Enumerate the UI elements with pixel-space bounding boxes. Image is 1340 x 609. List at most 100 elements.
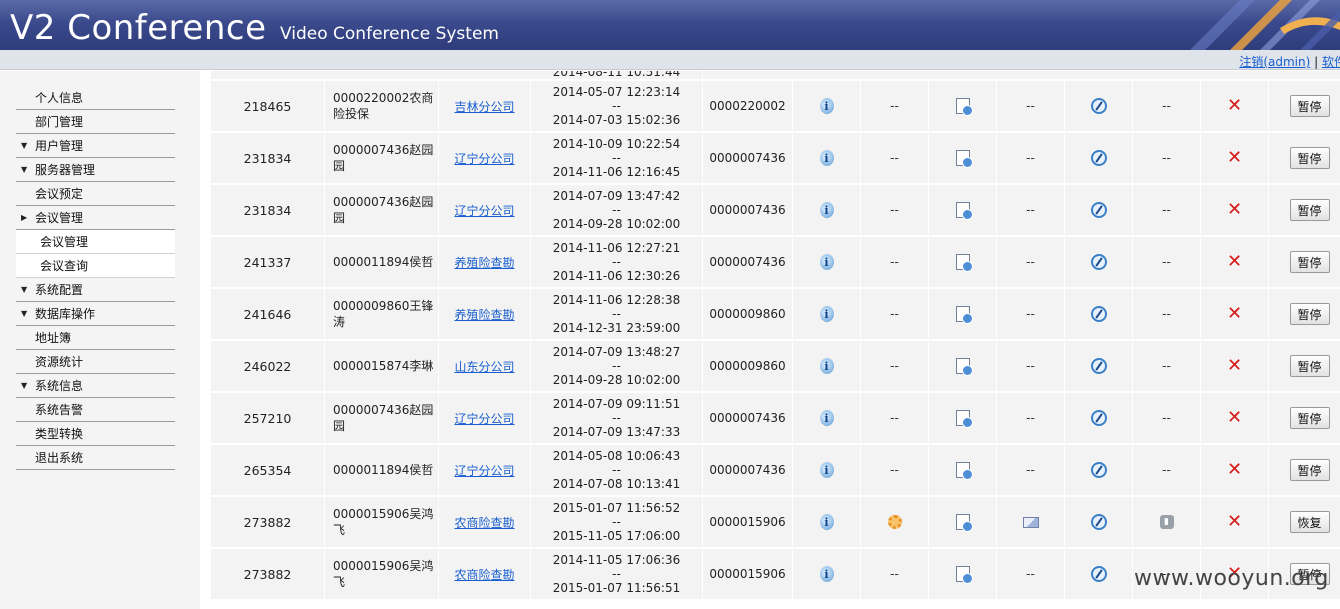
department-link[interactable]: 辽宁分公司 <box>454 202 514 219</box>
department-link[interactable]: 吉林分公司 <box>454 98 514 115</box>
delete-icon[interactable]: ✕ <box>1227 97 1243 115</box>
sidebar-item[interactable]: 类型转换 <box>16 422 175 446</box>
pause-button[interactable]: 暂停 <box>1289 459 1330 481</box>
department-link[interactable]: 农商险查勘 <box>454 514 514 531</box>
table-row: 265354 0000011894侯哲 辽宁分公司 2014-05-08 10:06:… <box>211 445 1340 497</box>
sidebar-item[interactable]: ▼ 系统信息 <box>16 374 175 398</box>
edit-document-icon[interactable] <box>955 202 973 220</box>
col10-cell: ▮ <box>1133 497 1201 547</box>
lock-icon[interactable]: ▮ <box>1159 515 1174 529</box>
resume-button[interactable]: 恢复 <box>1289 511 1330 533</box>
pause-button[interactable]: 暂停 <box>1289 147 1330 169</box>
department-link[interactable]: 养殖险查勘 <box>454 254 514 271</box>
edit-document-icon[interactable] <box>955 98 973 116</box>
compass-icon[interactable] <box>1090 306 1107 322</box>
info-icon[interactable]: i <box>819 358 834 374</box>
sidebar-item[interactable]: 部门管理 <box>16 110 175 134</box>
sidebar-item[interactable]: 会议管理 <box>16 230 175 254</box>
edit-document-icon[interactable] <box>955 410 973 428</box>
info-icon[interactable]: i <box>819 514 834 530</box>
edit-document-icon[interactable] <box>955 306 973 324</box>
department-link[interactable]: 山东分公司 <box>454 358 514 375</box>
expand-down-icon: ▼ <box>21 285 28 294</box>
compass-icon[interactable] <box>1090 358 1107 374</box>
info-icon[interactable]: i <box>819 98 834 114</box>
conference-id: 265354 <box>211 445 325 495</box>
mail-icon[interactable] <box>1022 516 1039 528</box>
delete-cell: ✕ <box>1201 341 1269 391</box>
sidebar-item[interactable]: ▶ 会议管理 <box>16 206 175 230</box>
sidebar-item[interactable]: ▼ 用户管理 <box>16 134 175 158</box>
department-cell: 辽宁分公司 <box>439 393 531 443</box>
department-link[interactable]: 农商险查勘 <box>454 566 514 583</box>
info-icon[interactable]: i <box>819 306 834 322</box>
sidebar-item[interactable]: 会议查询 <box>16 254 175 278</box>
sidebar-item[interactable]: ▼ 服务器管理 <box>16 158 175 182</box>
info-icon[interactable]: i <box>819 462 834 478</box>
delete-icon[interactable]: ✕ <box>1227 409 1243 427</box>
edit-document-icon[interactable] <box>955 150 973 168</box>
sidebar-item[interactable]: 地址簿 <box>16 326 175 350</box>
compass-icon[interactable] <box>1090 566 1107 582</box>
owner-id: 0000007436 <box>703 393 793 443</box>
pause-button[interactable]: 暂停 <box>1289 303 1330 325</box>
partial-time: 2014-08-11 10:51:44 <box>531 71 703 79</box>
info-icon[interactable]: i <box>819 566 834 582</box>
delete-icon[interactable]: ✕ <box>1227 253 1243 271</box>
compass-icon[interactable] <box>1090 462 1107 478</box>
sidebar-item[interactable]: 退出系统 <box>16 446 175 470</box>
pause-button[interactable]: 暂停 <box>1289 199 1330 221</box>
delete-icon[interactable]: ✕ <box>1227 305 1243 323</box>
delete-icon[interactable]: ✕ <box>1227 513 1243 531</box>
gear-icon[interactable] <box>887 515 902 529</box>
delete-icon[interactable]: ✕ <box>1227 461 1243 479</box>
sidebar-item-label: 用户管理 <box>35 139 84 153</box>
edit-cell <box>929 445 997 495</box>
compass-icon[interactable] <box>1090 514 1107 530</box>
pause-button[interactable]: 暂停 <box>1289 95 1330 117</box>
pause-button[interactable]: 暂停 <box>1289 251 1330 273</box>
info-cell: i <box>793 185 861 235</box>
owner-id: 0000009860 <box>703 341 793 391</box>
logout-link[interactable]: 注销(admin) <box>1239 55 1310 69</box>
pause-button[interactable]: 暂停 <box>1289 407 1330 429</box>
conference-name: 0000015906吴鸿飞 <box>325 497 439 547</box>
delete-icon[interactable]: ✕ <box>1227 201 1243 219</box>
department-link[interactable]: 辽宁分公司 <box>454 462 514 479</box>
info-icon[interactable]: i <box>819 254 834 270</box>
edit-document-icon[interactable] <box>955 462 973 480</box>
monitor-cell <box>1065 549 1133 599</box>
pause-button[interactable]: 暂停 <box>1289 355 1330 377</box>
compass-icon[interactable] <box>1090 150 1107 166</box>
edit-document-icon[interactable] <box>955 514 973 532</box>
compass-icon[interactable] <box>1090 254 1107 270</box>
expand-down-icon: ▼ <box>21 309 28 318</box>
delete-cell: ✕ <box>1201 133 1269 183</box>
compass-icon[interactable] <box>1090 410 1107 426</box>
app-subtitle: Video Conference System <box>280 24 499 44</box>
delete-icon[interactable]: ✕ <box>1227 149 1243 167</box>
sidebar-item[interactable]: ▼ 数据库操作 <box>16 302 175 326</box>
compass-icon[interactable] <box>1090 202 1107 218</box>
header-decoration <box>1190 0 1340 50</box>
sidebar-item[interactable]: 个人信息 <box>16 86 175 110</box>
edit-document-icon[interactable] <box>955 358 973 376</box>
department-link[interactable]: 辽宁分公司 <box>454 410 514 427</box>
sidebar-item[interactable]: 资源统计 <box>16 350 175 374</box>
owner-id: 0000007436 <box>703 237 793 287</box>
edit-document-icon[interactable] <box>955 566 973 584</box>
compass-icon[interactable] <box>1090 98 1107 114</box>
sidebar-item[interactable]: 会议预定 <box>16 182 175 206</box>
software-link[interactable]: 软件 <box>1322 55 1340 69</box>
sidebar-item[interactable]: ▼ 系统配置 <box>16 278 175 302</box>
department-link[interactable]: 养殖险查勘 <box>454 306 514 323</box>
end-time: 2014-07-03 15:02:36 <box>552 113 681 127</box>
sidebar-item[interactable]: 系统告警 <box>16 398 175 422</box>
department-link[interactable]: 辽宁分公司 <box>454 150 514 167</box>
info-icon[interactable]: i <box>819 150 834 166</box>
info-icon[interactable]: i <box>819 410 834 426</box>
department-cell: 辽宁分公司 <box>439 445 531 495</box>
edit-document-icon[interactable] <box>955 254 973 272</box>
delete-icon[interactable]: ✕ <box>1227 357 1243 375</box>
info-icon[interactable]: i <box>819 202 834 218</box>
